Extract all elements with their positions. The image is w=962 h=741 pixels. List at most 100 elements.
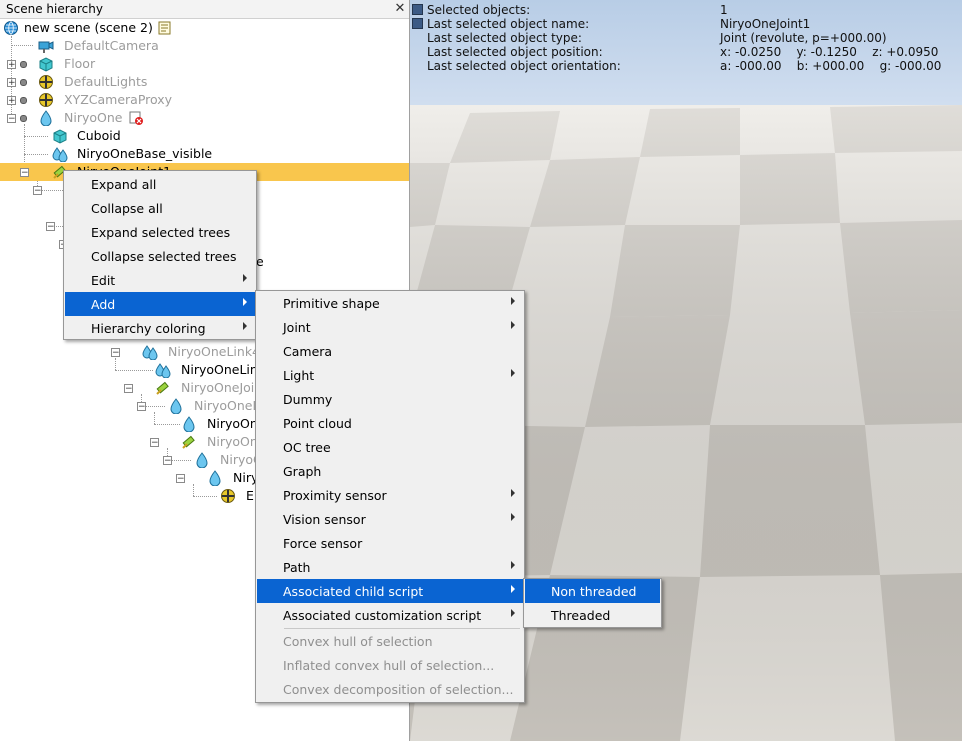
menu-item-collapse-all[interactable]: Collapse all	[65, 196, 255, 220]
collapse-toggle[interactable]: −	[150, 438, 159, 448]
script-icon[interactable]	[157, 20, 173, 36]
dummy-icon	[221, 489, 235, 503]
menu-item-label: Convex decomposition of selection...	[283, 682, 514, 697]
info-value: x: -0.0250 y: -0.1250 z: +0.0950	[720, 45, 939, 59]
menu-item-oc-tree[interactable]: OC tree	[257, 435, 523, 459]
submenu-arrow-icon	[243, 322, 247, 330]
tree-item-niryoonebase-visible[interactable]: NiryoOneBase_visible	[0, 145, 409, 163]
collapse-toggle[interactable]: −	[176, 474, 185, 484]
menu-item-joint[interactable]: Joint	[257, 315, 523, 339]
menu-item-expand-selected-trees[interactable]: Expand selected trees	[65, 220, 255, 244]
menu-item-hierarchy-coloring[interactable]: Hierarchy coloring	[65, 316, 255, 340]
shape-icon	[196, 452, 208, 468]
info-value: 1	[720, 3, 728, 17]
menu-item-label: Associated customization script	[283, 608, 482, 623]
expand-toggle[interactable]: +	[7, 78, 16, 88]
collapse-toggle[interactable]: −	[33, 186, 42, 196]
menu-item-label: OC tree	[283, 440, 331, 455]
menu-item-add[interactable]: Add	[65, 292, 255, 316]
tree-item-niryoone[interactable]: − NiryoOne	[0, 109, 409, 127]
model-dot-icon	[20, 61, 27, 68]
info-value: Joint (revolute, p=+000.00)	[720, 31, 887, 45]
menu-item-label: Graph	[283, 464, 322, 479]
collapse-info-button[interactable]	[412, 4, 423, 15]
collapse-toggle[interactable]: −	[111, 348, 120, 358]
model-dot-icon	[20, 79, 27, 86]
scene-hierarchy-title: Scene hierarchy	[6, 2, 103, 16]
multishape-icon	[142, 345, 158, 360]
menu-item-label: Primitive shape	[283, 296, 380, 311]
tree-item-defaultlights[interactable]: + DefaultLights	[0, 73, 409, 91]
menu-item-expand-all[interactable]: Expand all	[65, 172, 255, 196]
collapse-toggle[interactable]: −	[137, 402, 146, 412]
tree-item-label: NiryoOneL	[194, 398, 260, 413]
collapse-toggle[interactable]: −	[124, 384, 133, 394]
tree-item-label: Floor	[64, 56, 96, 71]
menu-item-label: Dummy	[283, 392, 333, 407]
menu-item-label: Path	[283, 560, 311, 575]
menu-item-collapse-selected-trees[interactable]: Collapse selected trees	[65, 244, 255, 268]
tree-item-xyzcameraproxy[interactable]: + XYZCameraProxy	[0, 91, 409, 109]
collapse-toggle[interactable]: −	[20, 168, 29, 178]
menu-item-label: Non threaded	[551, 584, 637, 599]
add-submenu: Primitive shape Joint Camera Light Dummy…	[255, 290, 525, 703]
menu-item-label: Threaded	[551, 608, 611, 623]
menu-item-label: Add	[91, 297, 116, 312]
dummy-icon	[39, 75, 53, 89]
menu-item-label: Convex hull of selection	[283, 634, 433, 649]
submenu-arrow-icon	[243, 274, 247, 282]
menu-item-non-threaded[interactable]: Non threaded	[525, 579, 660, 603]
menu-item-label: Point cloud	[283, 416, 352, 431]
info-toggle-button[interactable]	[412, 18, 423, 29]
menu-item-vision-sensor[interactable]: Vision sensor	[257, 507, 523, 531]
submenu-arrow-icon	[511, 609, 515, 617]
model-dot-icon	[20, 115, 27, 122]
tree-item-label: NiryoOneLink4	[168, 344, 261, 359]
menu-item-camera[interactable]: Camera	[257, 339, 523, 363]
menu-item-label: Proximity sensor	[283, 488, 387, 503]
menu-item-dummy[interactable]: Dummy	[257, 387, 523, 411]
collapse-toggle[interactable]: −	[163, 456, 172, 466]
close-icon[interactable]: ✕	[393, 2, 407, 16]
tree-item-label: NiryoOn	[207, 416, 258, 431]
menu-item-label: Collapse all	[91, 201, 163, 216]
tree-item-label: NiryoOne	[64, 110, 123, 125]
menu-item-threaded[interactable]: Threaded	[525, 603, 660, 627]
menu-item-associated-customization-script[interactable]: Associated customization script	[257, 603, 523, 627]
tree-item-cuboid[interactable]: Cuboid	[0, 127, 409, 145]
menu-item-edit[interactable]: Edit	[65, 268, 255, 292]
dummy-icon	[39, 93, 53, 107]
tree-item-root[interactable]: new scene (scene 2)	[0, 19, 409, 37]
menu-item-label: Expand selected trees	[91, 225, 231, 240]
tree-item-label: XYZCameraProxy	[64, 92, 173, 107]
info-value: a: -000.00 b: +000.00 g: -000.00	[720, 59, 942, 73]
menu-item-graph[interactable]: Graph	[257, 459, 523, 483]
model-dot-icon	[20, 97, 27, 104]
selection-info-overlay: Selected objects: 1 Last selected object…	[410, 0, 962, 74]
tree-item-label: DefaultLights	[64, 74, 148, 89]
menu-item-label: Hierarchy coloring	[91, 321, 206, 336]
info-label: Selected objects:	[427, 3, 531, 17]
cuboid-icon	[39, 57, 53, 72]
submenu-arrow-icon	[511, 297, 515, 305]
expand-toggle[interactable]: +	[7, 60, 16, 70]
submenu-arrow-icon	[511, 513, 515, 521]
info-label: Last selected object orientation:	[427, 59, 621, 73]
collapse-toggle[interactable]: −	[7, 114, 16, 124]
menu-item-associated-child-script[interactable]: Associated child script	[257, 579, 523, 603]
menu-item-light[interactable]: Light	[257, 363, 523, 387]
script-disabled-icon[interactable]	[128, 110, 144, 126]
expand-toggle[interactable]: +	[7, 96, 16, 106]
joint-icon	[182, 435, 195, 449]
menu-item-primitive-shape[interactable]: Primitive shape	[257, 291, 523, 315]
collapse-toggle[interactable]: −	[46, 222, 55, 232]
tree-item-floor[interactable]: + Floor	[0, 55, 409, 73]
menu-item-label: Force sensor	[283, 536, 363, 551]
menu-item-path[interactable]: Path	[257, 555, 523, 579]
menu-item-force-sensor[interactable]: Force sensor	[257, 531, 523, 555]
menu-item-proximity-sensor[interactable]: Proximity sensor	[257, 483, 523, 507]
tree-item-label: new scene (scene 2)	[24, 20, 153, 35]
shape-icon	[209, 470, 221, 486]
menu-item-point-cloud[interactable]: Point cloud	[257, 411, 523, 435]
tree-item-defaultcamera[interactable]: DefaultCamera	[0, 37, 409, 55]
